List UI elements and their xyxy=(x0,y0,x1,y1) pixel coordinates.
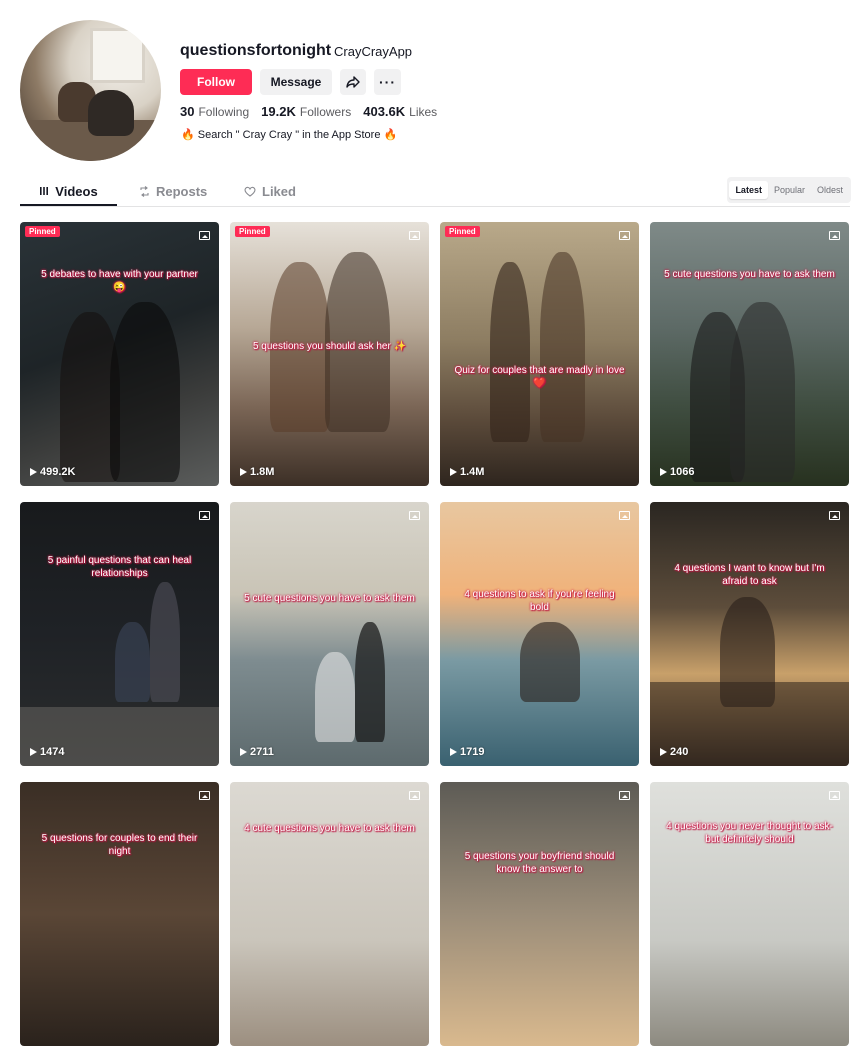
pinned-badge: Pinned xyxy=(235,226,270,237)
repost-icon xyxy=(140,186,149,197)
video-caption: 4 questions I want to know but I'm afrai… xyxy=(674,563,825,587)
view-count: 1.4M xyxy=(450,466,484,478)
followers-label: Followers xyxy=(299,105,352,119)
fire-icon: 🔥 xyxy=(181,129,195,141)
fire-icon: 🔥 xyxy=(383,129,398,141)
bio-text: Search " Cray Cray " in the App Store xyxy=(197,129,381,141)
sort-popular[interactable]: Popular xyxy=(768,181,811,199)
following-label: Following xyxy=(198,105,250,119)
more-button[interactable]: ··· xyxy=(374,69,401,95)
photo-icon xyxy=(199,791,210,800)
video-card[interactable]: Pinned 5 debates to have with your partn… xyxy=(20,222,219,486)
video-card[interactable]: 5 painful questions that can heal relati… xyxy=(20,502,219,766)
play-icon xyxy=(240,748,247,756)
photo-icon xyxy=(829,231,840,240)
photo-icon xyxy=(199,511,210,520)
video-card[interactable]: Pinned 5 questions you should ask her ✨ … xyxy=(230,222,429,486)
view-count: 1066 xyxy=(660,466,694,478)
view-count: 1474 xyxy=(30,746,64,758)
video-caption: 5 questions your boyfriend should know t… xyxy=(464,851,615,875)
video-caption: 5 cute questions you have to ask them xyxy=(664,269,835,280)
photo-icon xyxy=(829,511,840,520)
play-icon xyxy=(30,748,37,756)
photo-icon xyxy=(619,231,630,240)
photo-icon xyxy=(829,791,840,800)
followers-stat[interactable]: 19.2K Followers xyxy=(261,104,351,119)
tab-label: Videos xyxy=(55,183,98,199)
tab-liked[interactable]: Liked xyxy=(244,178,296,205)
play-icon xyxy=(240,468,247,476)
sort-toggle: Latest Popular Oldest xyxy=(727,177,851,203)
video-caption: 5 debates to have with your partner 😜 xyxy=(41,269,198,293)
pinned-badge: Pinned xyxy=(25,226,60,237)
photo-icon xyxy=(409,231,420,240)
photo-icon xyxy=(409,511,420,520)
photo-icon xyxy=(619,511,630,520)
profile-username: questionsfortonight xyxy=(180,42,332,59)
profile-tabs: Videos Reposts Liked xyxy=(20,178,850,207)
share-button[interactable] xyxy=(340,69,366,95)
video-card[interactable]: 5 cute questions you have to ask them 10… xyxy=(650,222,849,486)
more-icon: ··· xyxy=(379,74,396,90)
sort-oldest[interactable]: Oldest xyxy=(811,181,849,199)
grid-icon xyxy=(40,187,49,195)
following-stat[interactable]: 30 Following xyxy=(180,104,249,119)
video-caption: 5 painful questions that can heal relati… xyxy=(47,555,192,579)
video-caption: 5 questions you should ask her ✨ xyxy=(252,341,407,352)
video-caption: Quiz for couples that are madly in love … xyxy=(454,365,625,389)
likes-count: 403.6K xyxy=(363,104,406,119)
video-card[interactable]: 5 cute questions you have to ask them 27… xyxy=(230,502,429,766)
avatar-person xyxy=(88,90,134,136)
video-card[interactable]: 4 questions you never thought to ask- bu… xyxy=(650,782,849,1046)
video-grid: Pinned 5 debates to have with your partn… xyxy=(20,222,850,1046)
photo-icon xyxy=(199,231,210,240)
followers-count: 19.2K xyxy=(261,104,296,119)
profile-bio: 🔥 Search " Cray Cray " in the App Store … xyxy=(181,128,397,141)
video-caption: 4 questions you never thought to ask- bu… xyxy=(666,821,833,845)
view-count: 499.2K xyxy=(30,466,75,478)
follow-button[interactable]: Follow xyxy=(180,69,252,95)
profile-nickname: CrayCrayApp xyxy=(334,44,413,59)
following-count: 30 xyxy=(180,104,195,119)
tab-label: Liked xyxy=(262,184,296,199)
profile-stats: 30 Following 19.2K Followers 403.6K Likes xyxy=(180,104,437,119)
avatar-window xyxy=(90,28,145,83)
video-caption: 5 cute questions you have to ask them xyxy=(244,593,415,604)
likes-label: Likes xyxy=(409,105,438,119)
tab-label: Reposts xyxy=(156,184,208,199)
likes-stat: 403.6K Likes xyxy=(363,104,437,119)
view-count: 1.8M xyxy=(240,466,274,478)
sort-latest[interactable]: Latest xyxy=(729,181,768,199)
play-icon xyxy=(450,748,457,756)
share-icon xyxy=(346,76,360,88)
video-card[interactable]: 4 questions I want to know but I'm afrai… xyxy=(650,502,849,766)
message-button[interactable]: Message xyxy=(260,69,332,95)
heart-icon xyxy=(244,186,256,197)
video-card[interactable]: 4 cute questions you have to ask them xyxy=(230,782,429,1046)
photo-icon xyxy=(409,791,420,800)
video-card[interactable]: 5 questions your boyfriend should know t… xyxy=(440,782,639,1046)
play-icon xyxy=(450,468,457,476)
video-caption: 5 questions for couples to end their nig… xyxy=(41,833,198,857)
video-card[interactable]: 5 questions for couples to end their nig… xyxy=(20,782,219,1046)
play-icon xyxy=(660,468,667,476)
play-icon xyxy=(660,748,667,756)
video-card[interactable]: 4 questions to ask if you're feeling bol… xyxy=(440,502,639,766)
view-count: 240 xyxy=(660,746,688,758)
video-card[interactable]: Pinned Quiz for couples that are madly i… xyxy=(440,222,639,486)
tab-reposts[interactable]: Reposts xyxy=(139,178,207,205)
play-icon xyxy=(30,468,37,476)
video-caption: 4 cute questions you have to ask them xyxy=(244,823,415,834)
profile-avatar[interactable] xyxy=(20,20,161,161)
video-caption: 4 questions to ask if you're feeling bol… xyxy=(464,589,615,613)
pinned-badge: Pinned xyxy=(445,226,480,237)
view-count: 2711 xyxy=(240,746,274,758)
photo-icon xyxy=(619,791,630,800)
tab-videos[interactable]: Videos xyxy=(20,178,117,206)
view-count: 1719 xyxy=(450,746,484,758)
